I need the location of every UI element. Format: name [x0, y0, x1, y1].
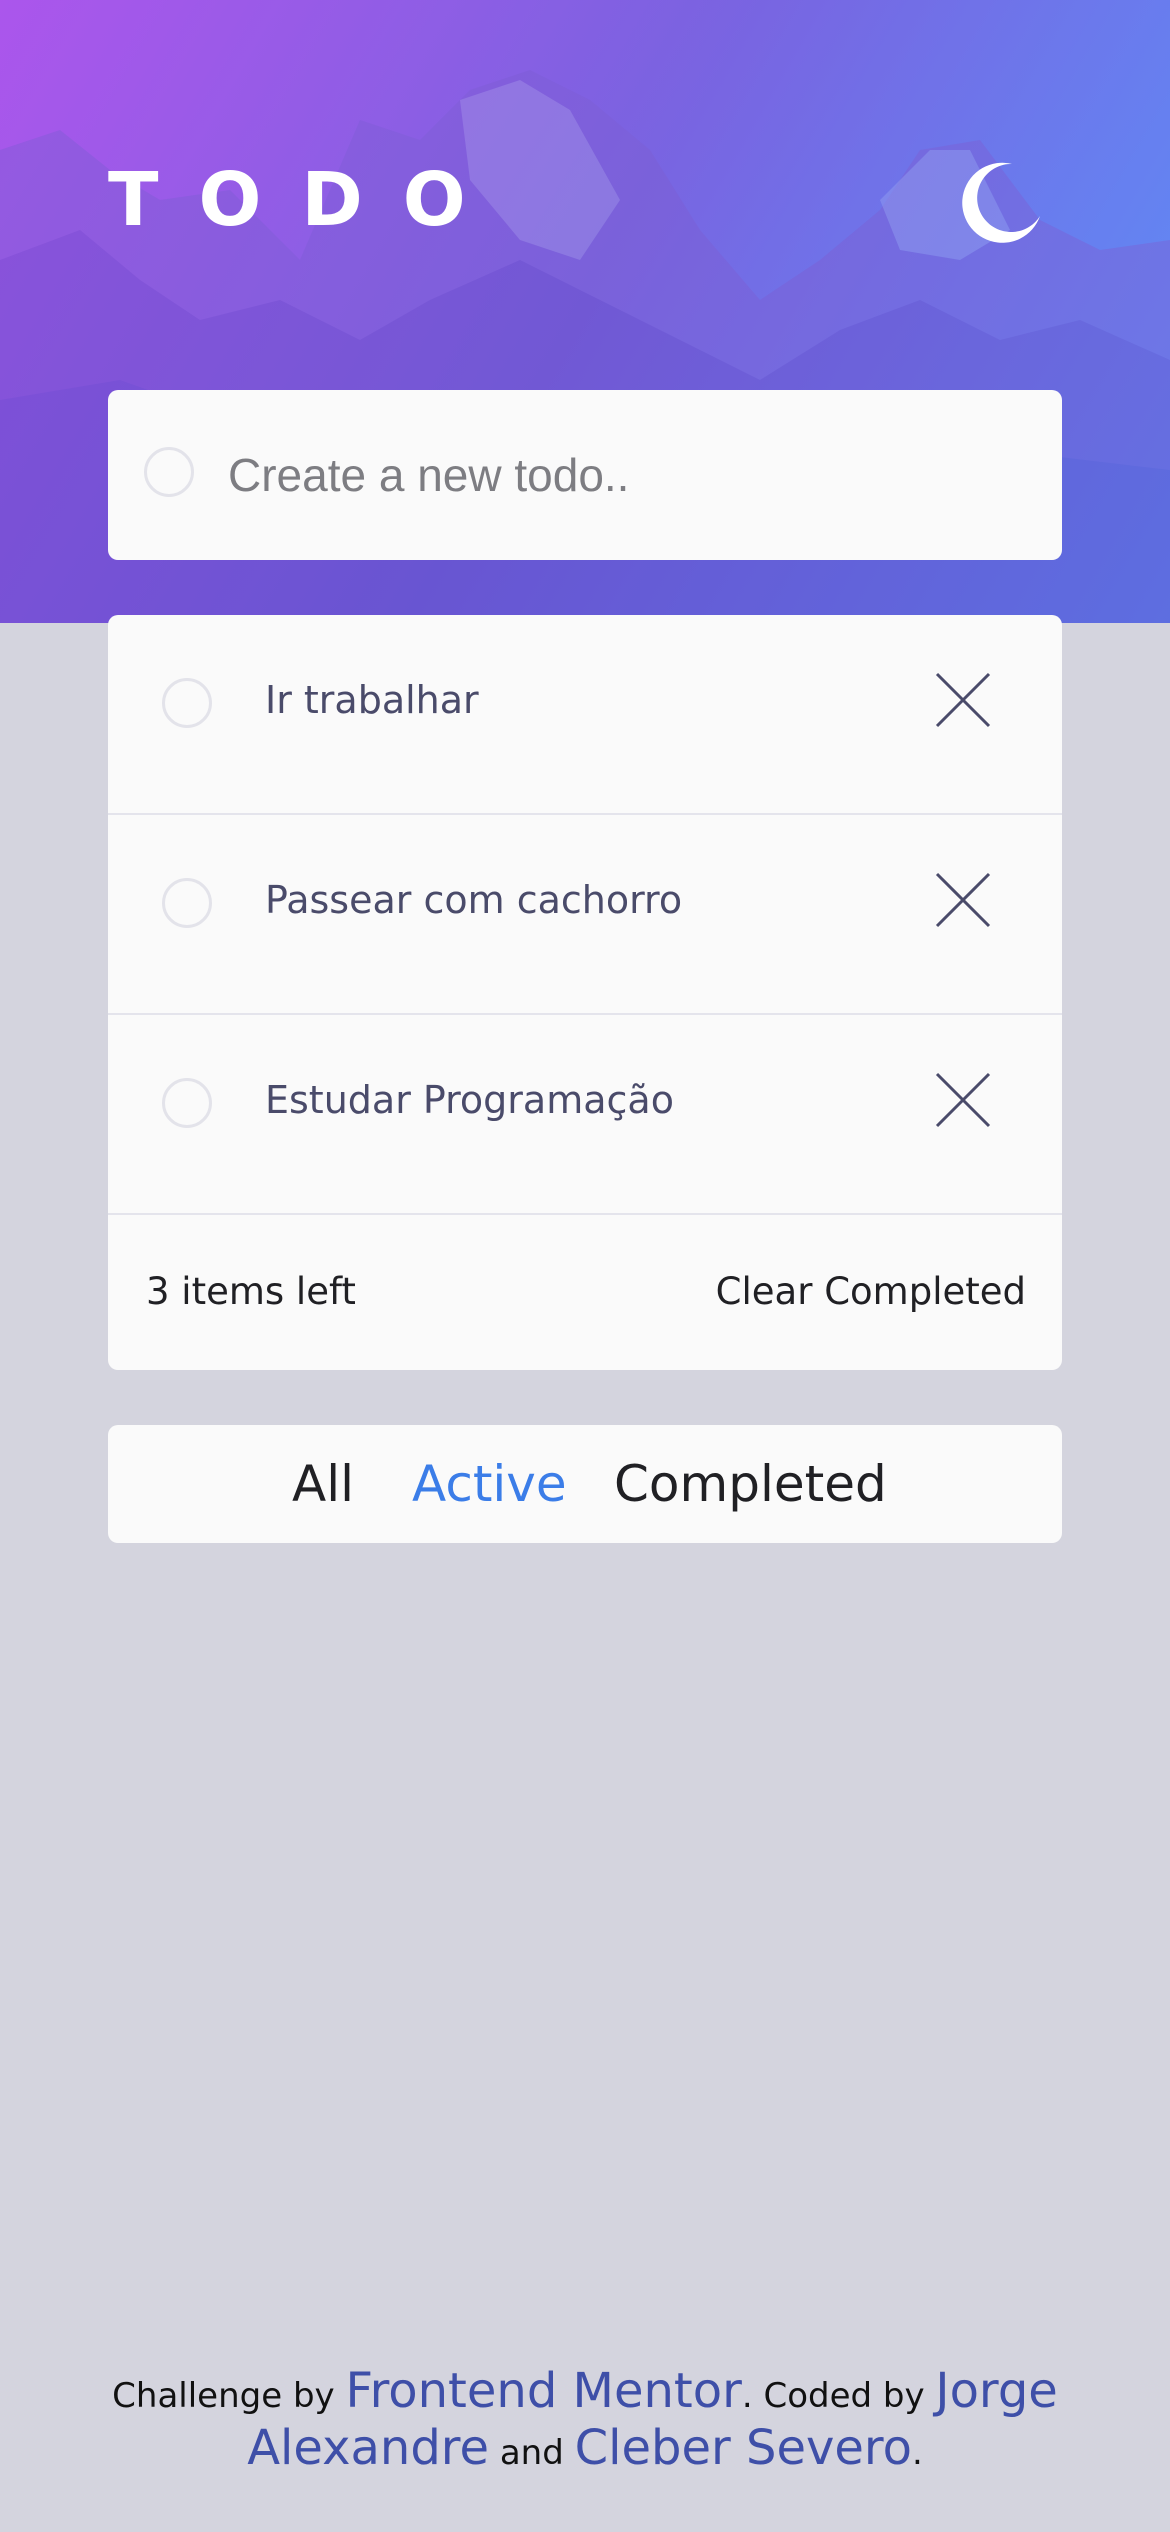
list-item: Ir trabalhar	[108, 615, 1062, 815]
close-icon	[935, 672, 991, 728]
close-icon	[935, 1072, 991, 1128]
list-item: Estudar Programação	[108, 1015, 1062, 1215]
credits-challenge-text: Challenge by	[112, 2376, 335, 2416]
todo-check-circle[interactable]	[162, 1078, 212, 1128]
moon-icon	[962, 162, 1040, 243]
todo-text[interactable]: Estudar Programação	[265, 1070, 674, 1130]
clear-completed-button[interactable]: Clear Completed	[716, 1267, 1026, 1317]
filter-all[interactable]: All	[292, 1453, 354, 1515]
new-todo-card	[108, 390, 1062, 560]
credits: Challenge by Frontend Mentor. Coded by J…	[60, 2365, 1110, 2479]
close-icon	[935, 872, 991, 928]
credits-coded-text: . Coded by	[741, 2376, 925, 2416]
todo-text[interactable]: Ir trabalhar	[265, 670, 479, 730]
todo-list: Ir trabalhar Passear com cachorro Estuda…	[108, 615, 1062, 1370]
theme-toggle-button[interactable]	[960, 160, 1044, 244]
new-todo-check-circle[interactable]	[144, 447, 194, 497]
delete-button[interactable]	[933, 1070, 993, 1130]
credits-and-text: and	[499, 2433, 564, 2473]
todo-check-circle[interactable]	[162, 678, 212, 728]
frontend-mentor-link[interactable]: Frontend Mentor	[345, 2363, 741, 2419]
todo-text[interactable]: Passear com cachorro	[265, 870, 682, 930]
app-title: TODO	[108, 157, 506, 243]
list-item: Passear com cachorro	[108, 815, 1062, 1015]
todo-check-circle[interactable]	[162, 878, 212, 928]
filter-active[interactable]: Active	[412, 1453, 567, 1515]
author-link-cleber[interactable]: Cleber Severo	[575, 2420, 912, 2476]
list-footer: 3 items left Clear Completed	[108, 1215, 1062, 1370]
filter-bar: All Active Completed	[108, 1425, 1062, 1543]
items-left-count: 3 items left	[146, 1270, 356, 1313]
credits-end-text: .	[911, 2433, 923, 2473]
new-todo-input[interactable]	[228, 430, 1028, 520]
delete-button[interactable]	[933, 870, 993, 930]
delete-button[interactable]	[933, 670, 993, 730]
filter-completed[interactable]: Completed	[614, 1453, 887, 1515]
